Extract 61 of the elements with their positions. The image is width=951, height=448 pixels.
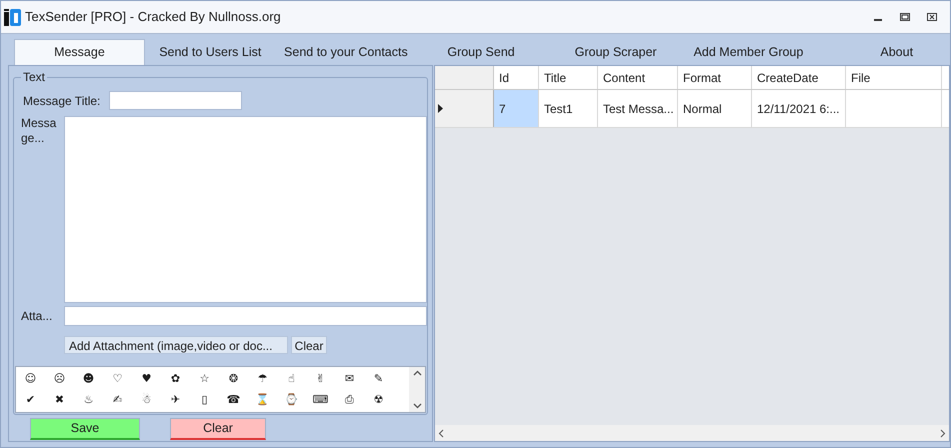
emoji-item[interactable]: ☝ [277,370,306,387]
save-button[interactable]: Save [30,418,140,440]
emoji-item[interactable]: ✎ [364,370,393,387]
table-cell: Test Messa... [598,90,678,127]
emoji-item[interactable]: ☺ [16,370,45,387]
scroll-up-icon[interactable] [412,370,422,376]
tab[interactable]: Group Scraper [546,39,686,65]
emoji-item[interactable]: ☃ [132,392,161,408]
emoji-item[interactable]: ♨ [74,392,103,408]
emoji-item[interactable]: ♡ [103,370,132,387]
emoji-item[interactable]: ☎ [219,392,248,408]
title-input-field[interactable] [109,91,242,110]
column-header[interactable]: Id [494,66,539,89]
app-logo-icon [4,8,21,26]
clear-attachment-button[interactable]: Clear [291,336,327,354]
emoji-item[interactable]: ☻ [74,370,103,387]
tab[interactable]: Message [14,39,145,65]
table-cell: Test1 [539,90,598,127]
tab[interactable]: Add Member Group [685,39,812,65]
column-header[interactable]: Content [598,66,678,89]
scroll-right-icon[interactable] [940,428,946,438]
tab[interactable]: Group Send [416,39,546,65]
table-cell: Normal [678,90,752,127]
table-cell: 7 [494,90,539,127]
emoji-item[interactable]: ⎙ [335,392,364,408]
emoji-item[interactable]: ✉ [335,370,364,387]
emoji-item[interactable]: ☂ [248,370,277,387]
tab[interactable]: Send to Users List [144,39,276,65]
emoji-item[interactable]: ✌ [306,370,335,387]
emoji-item[interactable]: ☢ [364,392,393,408]
row-header-cell[interactable] [435,90,494,127]
column-header[interactable]: CreateDate [752,66,846,89]
emoji-item[interactable]: ✖ [45,392,74,408]
scrollbar[interactable] [409,367,425,412]
field-label: Atta... [21,308,54,325]
table-cell: 12/11/2021 6:... [752,90,846,127]
horizontal-scrollbar[interactable] [435,425,949,441]
column-header[interactable]: File [846,66,942,89]
emoji-item[interactable]: ☆ [190,370,219,387]
emoji-item[interactable]: ✔ [16,392,45,408]
column-header[interactable]: Format [678,66,752,89]
emoji-item[interactable]: ❂ [219,370,248,387]
attachment-input-field[interactable] [64,306,427,326]
scroll-down-icon[interactable] [412,403,422,409]
field-label: Messa ge... [21,116,58,147]
window-title: TexSender [PRO] - Cracked By Nullnoss.org [25,8,281,26]
clear-button[interactable]: Clear [170,418,266,440]
tab[interactable]: Send to your Contacts [276,39,416,65]
emoji-item[interactable]: ✍ [103,392,132,408]
field-label: Message Title: [23,92,102,110]
scroll-left-icon[interactable] [438,428,444,438]
column-header[interactable]: Title [539,66,598,89]
emoji-item[interactable]: ♥ [132,370,161,387]
add-attachment-button[interactable]: Add Attachment (image,video or doc... [64,336,288,354]
emoji-item[interactable]: ✿ [161,370,190,387]
emoji-item[interactable]: ✈ [161,392,190,408]
emoji-item[interactable]: ⌨ [306,392,335,408]
emoji-item[interactable]: ⌚ [277,392,306,408]
emoji-item[interactable]: ▯ [190,392,219,408]
emoji-item[interactable]: ☹ [45,370,74,387]
tab[interactable]: About [843,39,950,65]
